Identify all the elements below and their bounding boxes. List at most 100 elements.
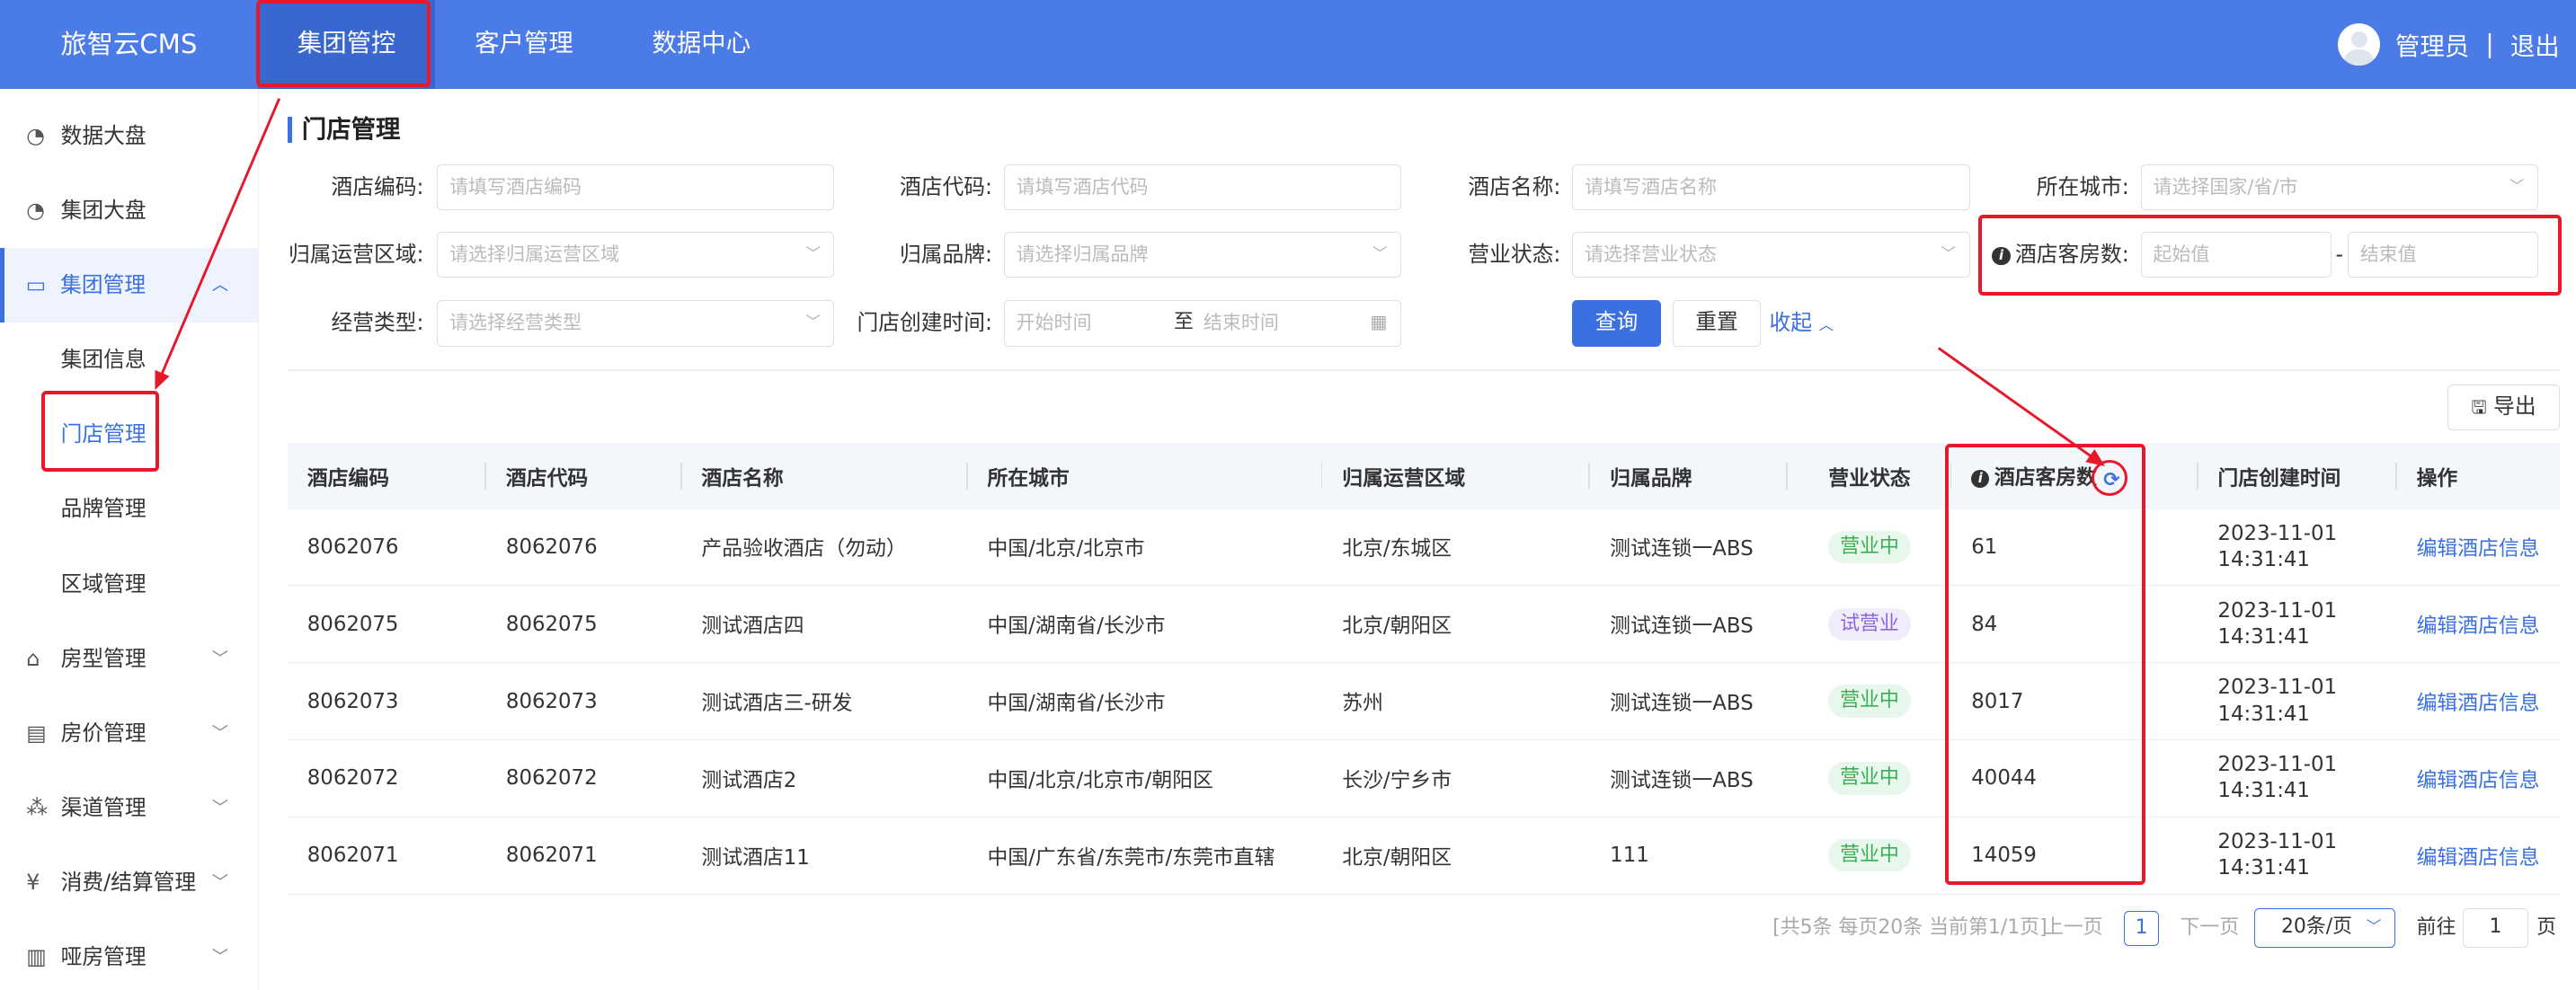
biz-type-select[interactable]: 请选择经营类型 ﹀	[437, 300, 835, 347]
sidebar-item-room-price[interactable]: ▤ 房价管理 ﹀	[0, 696, 258, 771]
region-placeholder: 请选择归属运营区域	[449, 242, 619, 265]
sidebar-sub-region-management[interactable]: 区域管理	[0, 547, 258, 622]
goto-label: 前往	[2416, 915, 2456, 939]
rooms-end-input[interactable]: 结束值	[2347, 231, 2538, 278]
next-page-button[interactable]: 下一页	[2180, 910, 2239, 946]
cell-rooms: 14059	[1951, 817, 2198, 895]
store-table: 酒店编码 酒店代码 酒店名称 所在城市 归属运营区域 归属品牌 营业状态 i 酒店…	[287, 443, 2560, 895]
created-clock: 14:31:41	[2217, 547, 2310, 571]
city-select[interactable]: 请选择国家/省/市 ﹀	[2140, 164, 2538, 210]
edit-hotel-link[interactable]: 编辑酒店信息	[2417, 846, 2540, 870]
status-badge: 营业中	[1828, 685, 1911, 718]
created-date: 2023-11-01	[2217, 753, 2338, 777]
edit-hotel-link[interactable]: 编辑酒店信息	[2417, 769, 2540, 792]
cell-action: 编辑酒店信息	[2396, 739, 2560, 818]
sidebar-sub-brand-management[interactable]: 品牌管理	[0, 472, 258, 546]
cell-region: 北京/东城区	[1322, 508, 1591, 587]
rooms-start-input[interactable]: 起始值	[2140, 231, 2332, 278]
table-body: 8062076 8062076 产品验收酒店（勿动） 中国/北京/北京市 北京/东城区测…	[287, 508, 2560, 895]
table-row: 8062073 8062073 测试酒店三-研发 中国/湖南省/长沙市 苏州 测试连锁一A…	[287, 662, 2560, 740]
cell-city: 中国/湖南省/长沙市	[967, 662, 1323, 740]
cell-action: 编辑酒店信息	[2396, 585, 2560, 664]
cell-brand: 测试连锁一ABS	[1590, 585, 1788, 664]
cell-region: 长沙/宁乡市	[1322, 739, 1591, 818]
col-header-brand: 归属品牌	[1590, 443, 1788, 509]
chevron-down-icon: ﹀	[1941, 244, 1956, 262]
cell-status: 营业中	[1787, 508, 1952, 587]
top-nav: 集团管控 客户管理 数据中心	[257, 0, 790, 89]
cell-hotel-code: 8062076	[287, 508, 486, 587]
cell-city: 中国/广东省/东莞市/东莞市直辖	[967, 817, 1323, 895]
sidebar-item-label: 数据大盘	[60, 122, 147, 148]
sidebar-sub-store-management[interactable]: 门店管理	[0, 397, 258, 472]
edit-hotel-link[interactable]: 编辑酒店信息	[2417, 692, 2540, 715]
collapse-link[interactable]: 收起 ︿	[1770, 300, 1834, 348]
col-header-city: 所在城市	[967, 443, 1323, 509]
wallet-icon: ▤	[26, 720, 47, 746]
cell-rooms: 84	[1951, 585, 2198, 664]
table-row: 8062076 8062076 产品验收酒店（勿动） 中国/北京/北京市 北京/东城区测…	[287, 508, 2560, 587]
cell-hotel-name: 测试酒店三-研发	[681, 662, 968, 740]
cell-hotel-name: 测试酒店四	[681, 585, 968, 664]
hotel-code-input[interactable]: 请填写酒店编码	[437, 164, 835, 210]
edit-hotel-link[interactable]: 编辑酒店信息	[2417, 537, 2540, 561]
biz-type-label: 经营类型:	[331, 310, 424, 336]
hotel-name-label: 酒店名称:	[1468, 173, 1561, 199]
sidebar-item-dummy-room[interactable]: ▥ 哑房管理 ﹀	[0, 920, 258, 990]
hotel-name-input[interactable]: 请填写酒店名称	[1572, 164, 1970, 210]
sidebar-item-group-dashboard[interactable]: ◔ 集团大盘	[0, 173, 258, 248]
table-row: 8062071 8062071 测试酒店11 中国/广东省/东莞市/东莞市直辖 北京/朝…	[287, 817, 2560, 895]
user-separator: |	[2485, 30, 2494, 58]
nav-data-center[interactable]: 数据中心	[613, 0, 790, 89]
nav-customer-management[interactable]: 客户管理	[435, 0, 612, 89]
chevron-down-icon: ﹀	[211, 649, 229, 668]
app-logo: 旅智云CMS	[60, 29, 198, 59]
sidebar-sub-group-info[interactable]: 集团信息	[0, 323, 258, 397]
region-select[interactable]: 请选择归属运营区域 ﹀	[437, 231, 835, 278]
chevron-down-icon: ﹀	[1372, 244, 1388, 262]
sidebar-item-group-management[interactable]: ▭ 集团管理 ︿	[0, 247, 258, 323]
sidebar-item-settlement[interactable]: ¥ 消费/结算管理 ﹀	[0, 845, 258, 920]
status-badge: 营业中	[1828, 762, 1911, 795]
sidebar-item-label: 房型管理	[60, 645, 147, 671]
query-button[interactable]: 查询	[1572, 300, 1661, 347]
cell-rooms: 61	[1951, 508, 2198, 587]
avatar[interactable]	[2337, 22, 2381, 66]
page-1-button[interactable]: 1	[2124, 911, 2159, 946]
edit-hotel-link[interactable]: 编辑酒店信息	[2417, 614, 2540, 638]
cell-created-time: 2023-11-01 14:31:41	[2198, 508, 2397, 587]
reset-button[interactable]: 重置	[1672, 300, 1762, 347]
chevron-down-icon: ﹀	[211, 873, 229, 893]
collapse-label: 收起	[1769, 310, 1813, 336]
created-time-range[interactable]: 开始时间 至 结束时间 ▦	[1003, 300, 1402, 347]
brand-select[interactable]: 请选择归属品牌 ﹀	[1003, 231, 1402, 278]
created-clock: 14:31:41	[2217, 624, 2310, 649]
col-header-hotel-id: 酒店代码	[486, 443, 682, 509]
region-label: 归属运营区域:	[289, 241, 424, 267]
logout-link[interactable]: 退出	[2510, 26, 2560, 62]
sidebar-item-data-dashboard[interactable]: ◔ 数据大盘	[0, 99, 258, 173]
cell-region: 北京/朝阳区	[1322, 585, 1591, 664]
col-header-action: 操作	[2396, 443, 2560, 509]
created-date: 2023-11-01	[2217, 676, 2338, 700]
nav-group-control[interactable]: 集团管控	[257, 0, 436, 89]
goto-page-input[interactable]: 1	[2462, 907, 2528, 948]
sidebar-item-label: 哑房管理	[60, 944, 147, 970]
rooms-range-dash: -	[2335, 241, 2344, 267]
yen-icon: ¥	[26, 870, 40, 896]
prev-page-button[interactable]: 上一页	[2044, 910, 2103, 946]
sidebar-item-channel[interactable]: ⁂ 渠道管理 ﹀	[0, 771, 258, 845]
rooms-label-text: 酒店客房数:	[2015, 241, 2129, 267]
sidebar-item-room-type[interactable]: ⌂ 房型管理 ﹀	[0, 622, 258, 696]
export-button[interactable]: 🖫 导出	[2447, 384, 2560, 430]
main-content: 门店管理 酒店编码: 请填写酒店编码 酒店代码: 请填写酒店代码 酒店名称: 请…	[259, 88, 2576, 990]
sidebar-item-label: 消费/结算管理	[60, 870, 197, 896]
status-select[interactable]: 请选择营业状态 ﹀	[1572, 231, 1970, 278]
page-size-select[interactable]: 20条/页 ﹀	[2253, 907, 2395, 948]
monitor-icon: ▭	[25, 271, 47, 297]
cell-hotel-code: 8062071	[287, 817, 486, 895]
user-name[interactable]: 管理员	[2395, 26, 2469, 62]
hotel-id-input[interactable]: 请填写酒店代码	[1003, 164, 1402, 210]
cell-status: 营业中	[1787, 739, 1952, 818]
cell-city: 中国/北京/北京市/朝阳区	[967, 739, 1323, 818]
